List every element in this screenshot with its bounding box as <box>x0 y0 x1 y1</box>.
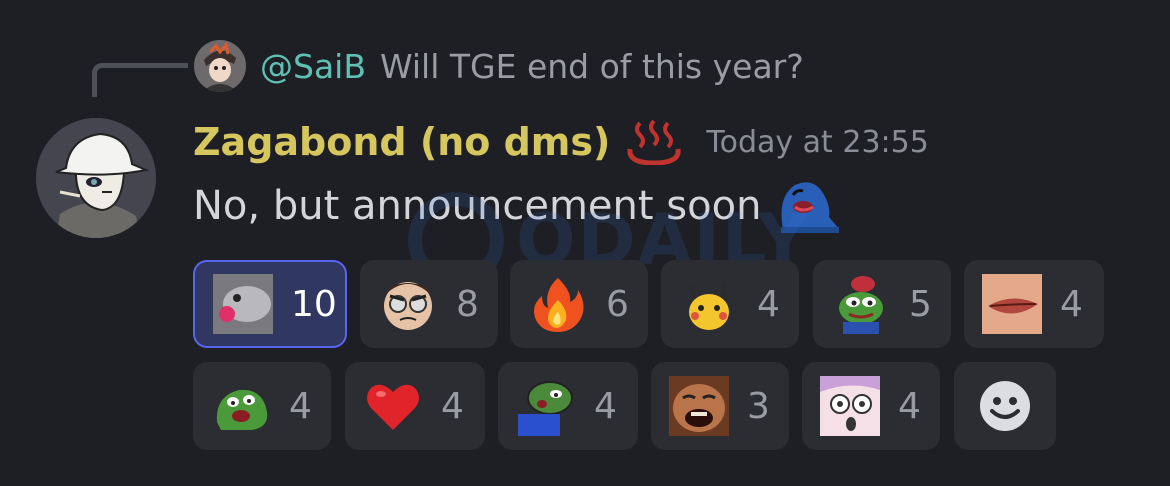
pepe-ham-icon <box>839 276 883 334</box>
laughing-man-icon <box>669 376 729 436</box>
message-header: Zagabond (no dms) Today at 23:55 <box>193 114 929 170</box>
reaction-count: 4 <box>289 385 312 427</box>
hot-springs-icon <box>627 119 681 165</box>
reaction-lips[interactable]: 4 <box>964 260 1104 348</box>
reaction-angry-glasses[interactable]: 8 <box>360 260 498 348</box>
reaction-fish-kiss[interactable]: 10 <box>193 260 347 348</box>
reply-username[interactable]: @SaiB <box>260 47 366 86</box>
fire-icon <box>534 278 584 332</box>
message-timestamp[interactable]: Today at 23:55 <box>706 125 928 160</box>
reaction-fire[interactable]: 6 <box>510 260 648 348</box>
pepe-happy-icon <box>216 389 268 430</box>
add-reaction-button[interactable] <box>954 362 1056 450</box>
reaction-pepe-happy[interactable]: 4 <box>193 362 331 450</box>
reaction-count: 4 <box>757 283 780 325</box>
reaction-count: 4 <box>1060 283 1083 325</box>
lips-icon <box>982 274 1042 334</box>
reaction-laughing-man[interactable]: 3 <box>651 362 789 450</box>
reaction-count: 6 <box>606 283 629 325</box>
reaction-count: 8 <box>456 283 479 325</box>
pepe-blue-icon <box>518 381 573 436</box>
reaction-heart[interactable]: 4 <box>345 362 485 450</box>
reaction-count: 5 <box>909 283 932 325</box>
author-username[interactable]: Zagabond (no dms) <box>193 120 610 164</box>
reaction-pepe-blue[interactable]: 4 <box>498 362 638 450</box>
reaction-count: 4 <box>594 385 617 427</box>
reaction-count: 10 <box>291 283 337 325</box>
anime-shocked-icon <box>820 376 880 436</box>
heart-icon <box>367 384 419 430</box>
reaction-anime-shocked[interactable]: 4 <box>802 362 940 450</box>
reply-avatar[interactable] <box>194 40 246 92</box>
reply-reference[interactable]: @SaiB Will TGE end of this year? <box>194 38 804 94</box>
reply-connector <box>92 63 188 97</box>
reaction-count: 3 <box>747 385 770 427</box>
author-avatar[interactable] <box>36 118 156 238</box>
reaction-count: 4 <box>898 385 921 427</box>
angry-glasses-face-icon <box>384 282 432 330</box>
fish-kiss-icon <box>213 274 273 334</box>
pikachu-icon <box>689 280 729 330</box>
reply-text[interactable]: Will TGE end of this year? <box>380 47 804 86</box>
reaction-pepe-ham[interactable]: 5 <box>813 260 951 348</box>
reaction-pikachu[interactable]: 4 <box>661 260 799 348</box>
add-reaction-smiley-icon <box>980 381 1030 431</box>
reaction-count: 4 <box>441 385 464 427</box>
